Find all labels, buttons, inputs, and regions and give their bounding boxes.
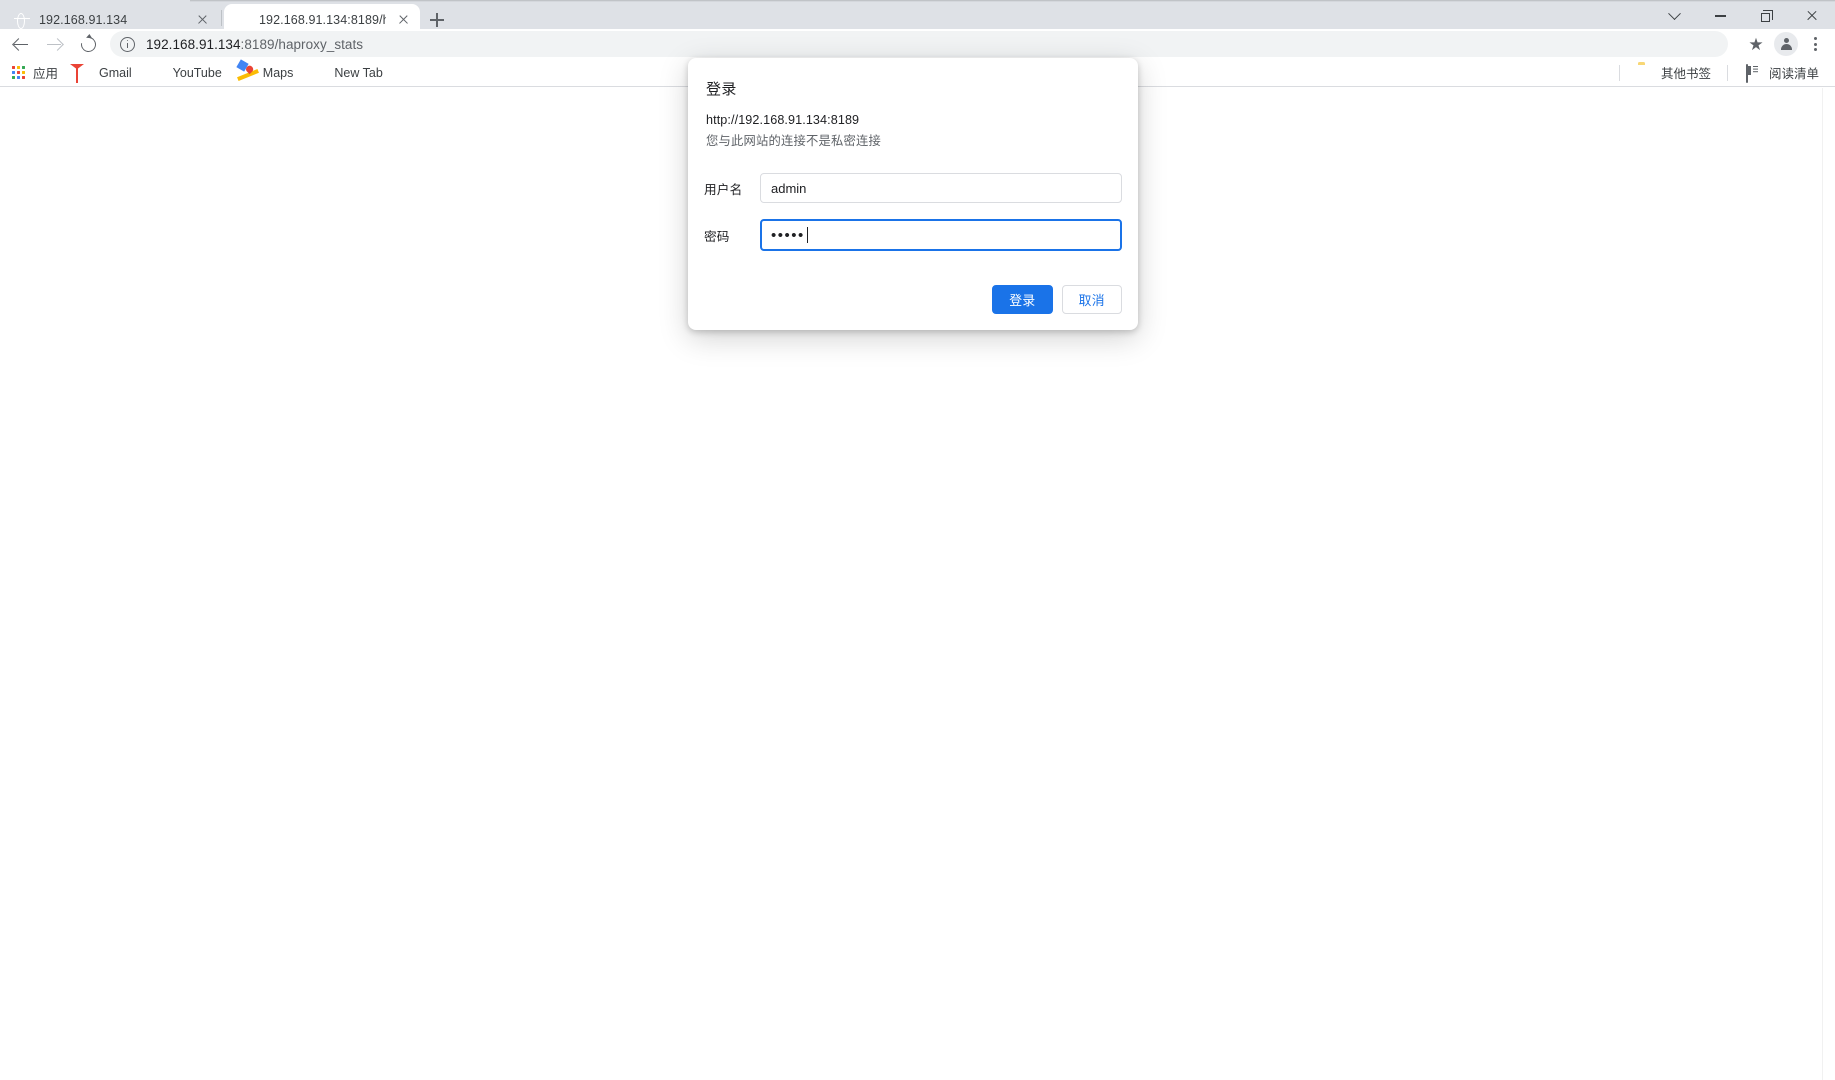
login-cancel-button[interactable]: 取消	[1061, 285, 1122, 314]
restore-button[interactable]	[1743, 0, 1789, 32]
info-circle-icon[interactable]	[120, 36, 135, 52]
minimize-button[interactable]	[1697, 0, 1743, 32]
close-icon[interactable]	[193, 11, 211, 29]
username-label: 用户名	[704, 182, 743, 197]
person-icon	[1780, 37, 1793, 51]
dialog-url: http://192.168.91.134:8189	[706, 113, 860, 127]
navigation-toolbar: 192.168.91.134:8189/haproxy_stats ★	[0, 29, 1835, 59]
bookmark-item-gmail[interactable]: Gmail	[68, 62, 140, 84]
back-arrow-icon	[13, 37, 28, 52]
bookmark-item-new-tab[interactable]: New Tab	[303, 62, 390, 84]
window-controls	[1651, 0, 1835, 32]
bookmark-label: YouTube	[172, 65, 222, 80]
folder-icon	[1638, 65, 1654, 81]
gmail-icon	[76, 63, 92, 83]
password-label: 密码	[704, 229, 730, 244]
login-dialog: 登录 http://192.168.91.134:8189 您与此网站的连接不是…	[688, 58, 1138, 330]
password-row: 密码 •••••	[704, 219, 1122, 251]
bookmark-label: Maps	[262, 65, 294, 80]
vertical-scrollbar[interactable]	[1822, 88, 1835, 1080]
tab-search-chevron-down-icon[interactable]	[1651, 0, 1697, 32]
address-bar[interactable]: 192.168.91.134:8189/haproxy_stats	[110, 31, 1728, 57]
reading-list-button[interactable]: 阅读清单	[1738, 62, 1827, 84]
password-masked-value: •••••	[771, 226, 805, 244]
password-input[interactable]: •••••	[760, 219, 1122, 251]
url-host: 192.168.91.134	[146, 36, 241, 52]
bookmark-star-button[interactable]: ★	[1742, 30, 1770, 58]
globe-icon	[234, 12, 250, 28]
dialog-subtitle: 您与此网站的连接不是私密连接	[706, 134, 881, 148]
dialog-title: 登录	[706, 81, 737, 98]
divider	[1726, 64, 1728, 81]
globe-icon	[14, 12, 30, 28]
divider	[1618, 64, 1620, 81]
globe-icon	[311, 65, 327, 81]
other-bookmarks-button[interactable]: 其他书签	[1630, 62, 1719, 84]
reading-list-icon	[1745, 63, 1762, 83]
address-bar-url: 192.168.91.134:8189/haproxy_stats	[146, 37, 363, 52]
tab-separator	[221, 10, 222, 26]
text-cursor	[806, 227, 809, 243]
forward-button[interactable]	[40, 30, 68, 58]
forward-arrow-icon	[46, 37, 62, 52]
tab-title: 192.168.91.134:8189/haproxy_	[259, 12, 386, 27]
three-dot-menu-icon[interactable]	[1802, 31, 1828, 57]
bookmark-item-maps[interactable]: Maps	[232, 58, 302, 84]
tab-title: 192.168.91.134	[39, 12, 128, 27]
reading-list-label: 阅读清单	[1768, 67, 1819, 81]
dialog-actions: 登录 取消	[704, 285, 1122, 314]
username-row: 用户名	[704, 173, 1122, 203]
reload-icon	[77, 33, 99, 55]
bookmark-label: New Tab	[334, 65, 383, 80]
bookmark-item-apps[interactable]: 应用	[2, 62, 66, 84]
close-icon[interactable]	[394, 11, 412, 29]
username-input[interactable]	[760, 173, 1122, 203]
reload-button[interactable]	[74, 30, 102, 58]
star-icon: ★	[1748, 34, 1764, 54]
bookmarks-bar-right: 其他书签 阅读清单	[1611, 62, 1827, 84]
bookmark-label: 应用	[33, 67, 59, 81]
url-path: :8189/haproxy_stats	[240, 36, 364, 52]
login-submit-button[interactable]: 登录	[992, 285, 1053, 314]
apps-grid-icon	[10, 65, 26, 81]
close-window-button[interactable]	[1789, 0, 1835, 32]
browser-window: 192.168.91.134 192.168.91.134:8189/hapro…	[0, 0, 1835, 1080]
tabstrip-top-shadow	[190, 0, 1835, 2]
profile-avatar-button[interactable]	[1774, 32, 1798, 56]
other-bookmarks-label: 其他书签	[1660, 67, 1711, 81]
back-button[interactable]	[6, 30, 34, 58]
bookmark-item-youtube[interactable]: YouTube	[142, 62, 230, 84]
youtube-icon	[150, 65, 166, 81]
bookmark-label: Gmail	[99, 65, 132, 80]
maps-icon	[236, 58, 259, 81]
